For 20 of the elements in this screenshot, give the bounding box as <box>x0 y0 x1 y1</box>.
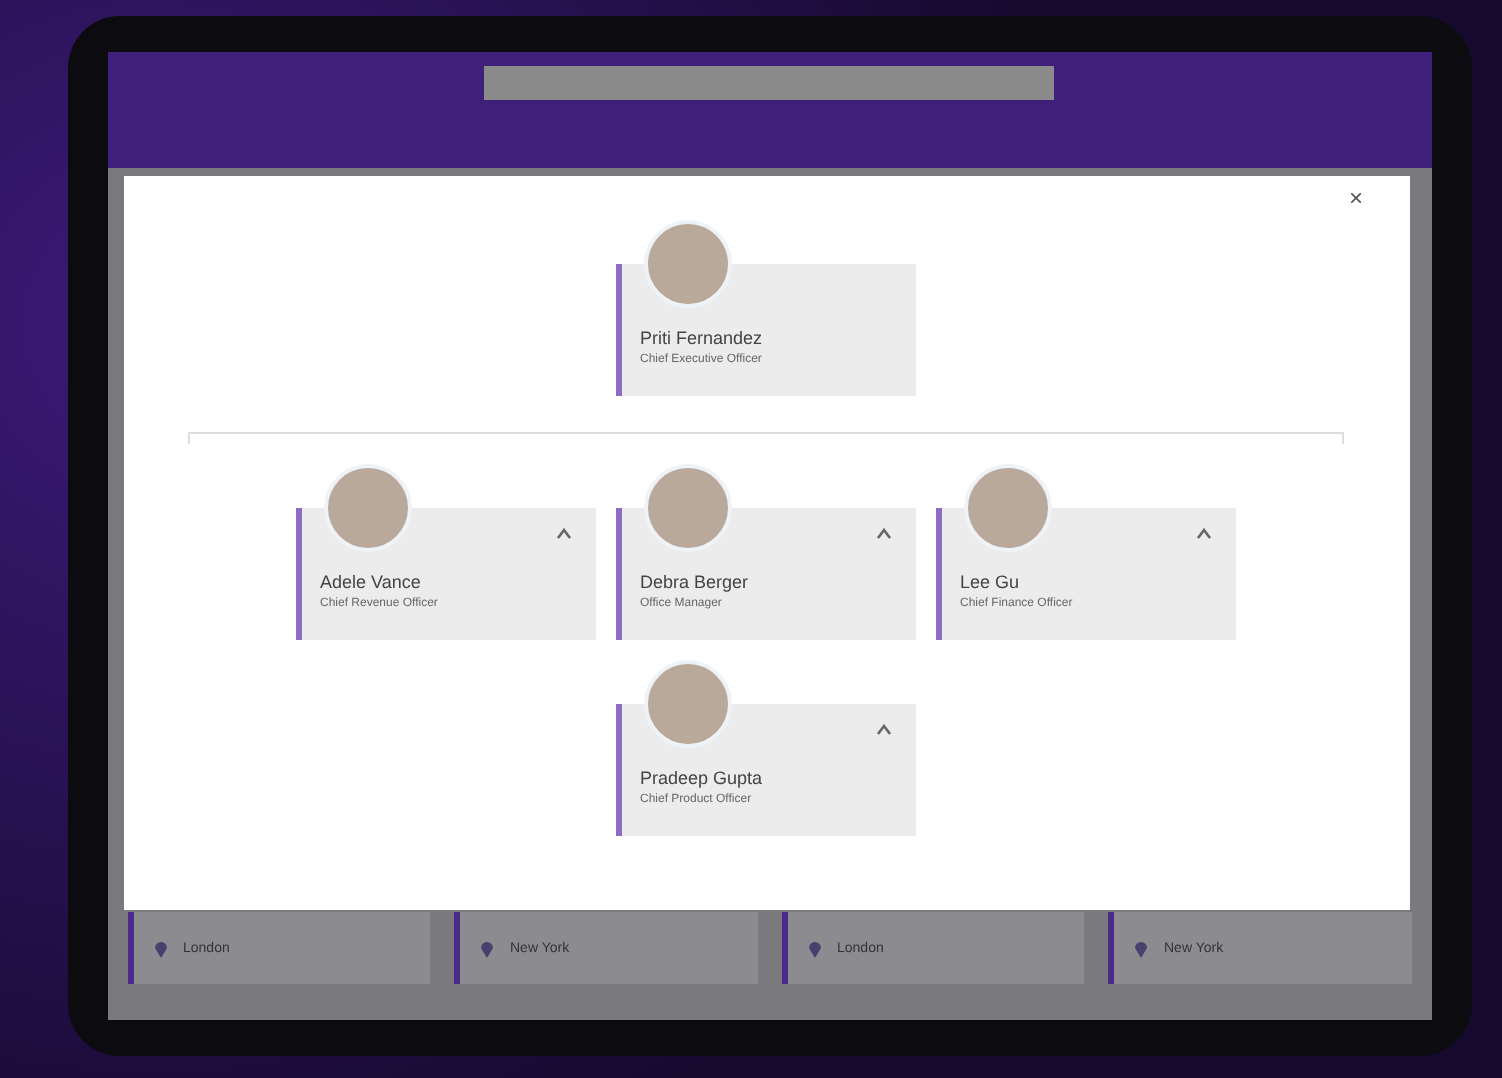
avatar-placeholder <box>644 660 732 748</box>
caret-icon[interactable] <box>1196 528 1212 540</box>
caret-icon[interactable] <box>556 528 572 540</box>
avatar-placeholder <box>964 464 1052 552</box>
caret-icon[interactable] <box>876 724 892 736</box>
avatar-placeholder <box>324 464 412 552</box>
person-name: Pradeep Gupta <box>640 768 765 788</box>
person-name: Priti Fernandez <box>640 328 765 348</box>
person-name: Adele Vance <box>320 572 423 592</box>
close-button[interactable]: × <box>1342 184 1369 212</box>
avatar-placeholder <box>644 464 732 552</box>
search-field[interactable] <box>484 66 1054 100</box>
pin-icon <box>807 939 821 957</box>
person-name: Debra Berger <box>640 572 751 592</box>
avatar-placeholder <box>644 220 732 308</box>
person-name: Lee Gu <box>960 572 1022 592</box>
caret-icon[interactable] <box>876 528 892 540</box>
pin-icon <box>480 939 494 957</box>
pin-icon <box>153 939 167 957</box>
pin-icon <box>1134 939 1148 957</box>
